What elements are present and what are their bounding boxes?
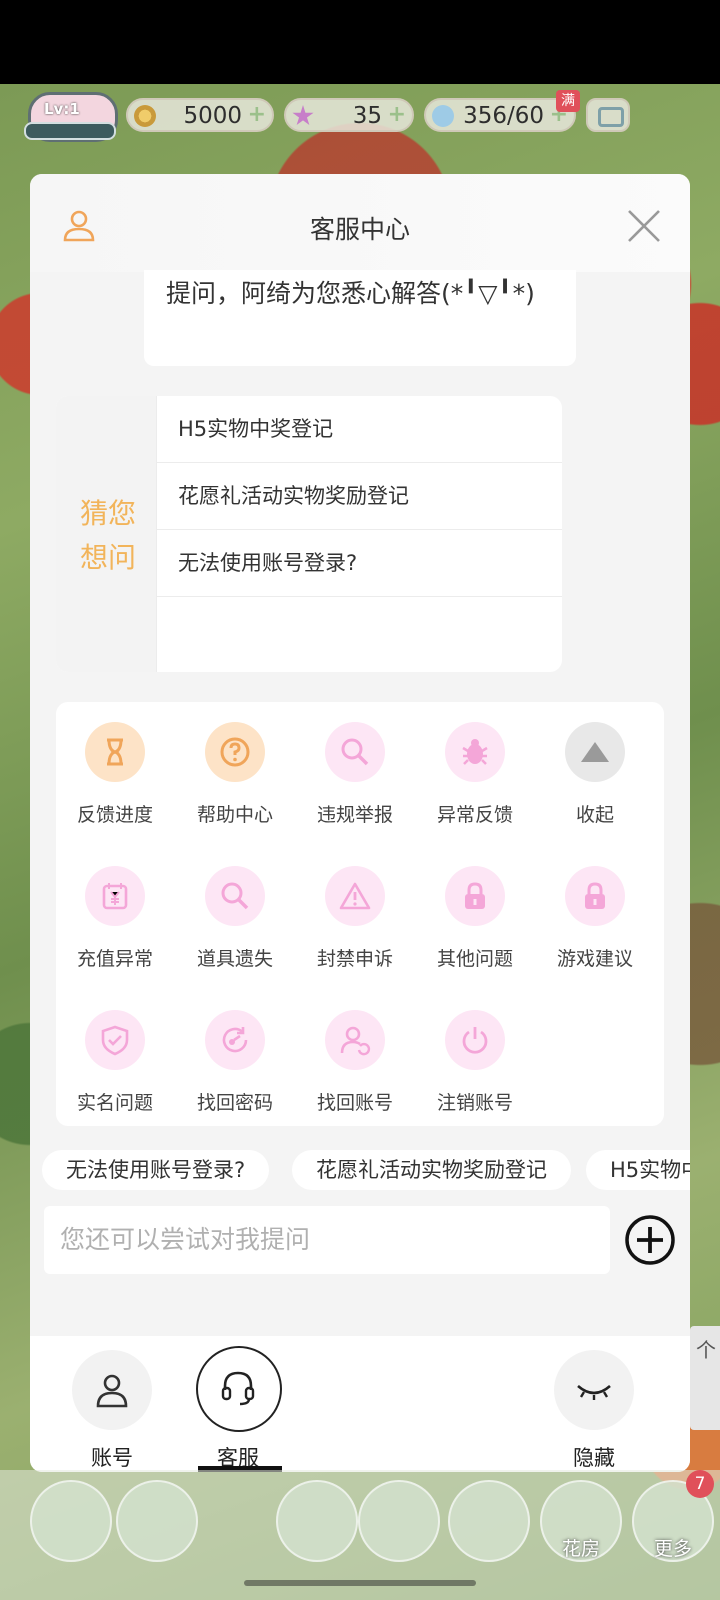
grid-item-label: 道具遗失 [196,948,273,970]
more-badge: 7 [686,1470,714,1498]
quick-question-bar: 无法使用账号登录? 花愿礼活动实物奖励登记 H5实物中奖登记 [30,1138,690,1198]
guess-item-empty [156,597,562,664]
flower-house-button[interactable]: 花房 [540,1480,622,1562]
grid-item-label: 其他问题 [436,948,513,970]
grid-item-label: 反馈进度 [76,804,153,826]
grid-item-label: 实名问题 [76,1092,153,1114]
warning-icon [339,882,371,910]
add-coin-icon[interactable]: + [248,102,266,127]
full-badge: 满 [556,90,580,112]
nav-label: 花房 [561,1538,600,1560]
grid-item-ban-appeal[interactable]: 封禁申诉 [300,866,410,996]
bean-icon[interactable] [116,1480,198,1562]
grid-item-label: 找回密码 [196,1092,273,1114]
help-icon [220,737,250,767]
key-refresh-icon [222,1027,248,1053]
coin-icon [134,105,156,127]
lock-icon [465,882,485,909]
search-icon [341,738,369,766]
grid-item-game-suggestion[interactable]: 游戏建议 [540,866,650,996]
water-value: 356/60 [463,103,544,129]
grid-item-delete-account[interactable]: 注销账号 [420,1010,530,1140]
grid-item-collapse[interactable]: 收起 [540,722,650,852]
grid-item-label: 充值异常 [76,948,153,970]
grid-item-label: 帮助中心 [196,804,273,826]
dialog-tab-bar: 账号 客服 隐藏 [30,1336,690,1472]
side-collapse-button[interactable]: 个 [690,1326,720,1430]
water-drop-icon [432,105,454,127]
eye-closed-icon [577,1384,611,1400]
grid-item-report[interactable]: 违规举报 [300,722,410,852]
grid-item-label: 违规举报 [316,804,393,826]
calendar-yen-icon [102,883,128,910]
guess-item[interactable]: 无法使用账号登录? [156,530,562,597]
water-counter[interactable]: 356/60 + [424,98,576,132]
dialog-title: 客服中心 [309,215,410,244]
grid-item-bug-feedback[interactable]: 异常反馈 [420,722,530,852]
guess-label: 猜您想问 [79,497,136,574]
grid-item-help-center[interactable]: 帮助中心 [180,722,290,852]
question-input[interactable]: 您还可以尝试对我提问 [44,1206,610,1274]
grid-item-recover-account[interactable]: 找回账号 [300,1010,410,1140]
search-icon [221,882,249,910]
headset-icon [221,1371,255,1406]
guess-item[interactable]: H5实物中奖登记 [156,396,562,463]
tab-customer-service[interactable]: 客服 [188,1336,288,1472]
grid-item-other-issues[interactable]: 其他问题 [420,866,530,996]
grid-item-feedback-progress[interactable]: 反馈进度 [60,722,170,852]
camera-button[interactable] [586,98,630,132]
star-icon [292,105,314,126]
up-arrow-icon: 个 [696,1338,716,1362]
grid-item-label: 封禁申诉 [316,948,393,970]
house-icon[interactable] [30,1480,112,1562]
close-icon[interactable] [624,206,664,246]
gear-flower-icon[interactable] [276,1480,358,1562]
user-icon [96,1374,128,1408]
grid-item-label: 异常反馈 [436,804,513,826]
add-circle-icon[interactable] [624,1214,676,1266]
cube-icon[interactable] [358,1480,440,1562]
dialog-header: 客服中心 [30,174,690,272]
quick-question-chip[interactable]: H5实物中奖登记 [586,1150,690,1190]
home-indicator[interactable] [244,1580,476,1586]
box-icon[interactable] [448,1480,530,1562]
chat-message: 提问，阿绮为您悉心解答(*╹▽╹*) [144,270,576,366]
customer-service-dialog: 客服中心 提问，阿绮为您悉心解答(*╹▽╹*) 猜您想问 H5实物中奖登记 花愿… [30,174,690,1472]
lock-icon [585,882,605,909]
player-level: Lv:1 [44,100,80,118]
quick-question-chip[interactable]: 花愿礼活动实物奖励登记 [292,1150,571,1190]
tab-label: 账号 [91,1446,133,1470]
top-hud: Lv:1 5000 + 35 + 356/60 + 满 [0,90,720,142]
tab-account[interactable]: 账号 [62,1336,162,1472]
grid-item-label: 游戏建议 [556,948,633,970]
grid-item-recover-password[interactable]: 找回密码 [180,1010,290,1140]
user-refresh-icon [340,1026,371,1056]
grid-item-real-name[interactable]: 实名问题 [60,1010,170,1140]
guess-questions-card: 猜您想问 H5实物中奖登记 花愿礼活动实物奖励登记 无法使用账号登录? [56,396,562,672]
coin-value: 5000 [183,103,242,129]
add-star-icon[interactable]: + [388,102,406,127]
tab-label: 隐藏 [573,1446,615,1470]
nav-label: 更多 [653,1538,692,1560]
hourglass-icon [107,738,123,766]
star-counter[interactable]: 35 + [284,98,414,132]
exp-bar [24,122,116,140]
tab-hide[interactable]: 隐藏 [544,1336,644,1472]
grid-item-label: 注销账号 [436,1092,513,1114]
triangle-up-icon [581,742,609,762]
bug-icon [462,739,488,765]
star-value: 35 [352,103,382,129]
guess-item[interactable]: 花愿礼活动实物奖励登记 [156,463,562,530]
grid-item-recharge-issue[interactable]: 充值异常 [60,866,170,996]
shield-icon [101,1025,129,1056]
power-icon [462,1027,488,1054]
grid-item-label: 收起 [575,804,614,826]
grid-item-label: 找回账号 [316,1092,393,1114]
grid-item-item-lost[interactable]: 道具遗失 [180,866,290,996]
quick-question-chip[interactable]: 无法使用账号登录? [42,1150,270,1190]
guess-side-panel: 猜您想问 [56,396,157,672]
coin-counter[interactable]: 5000 + [126,98,274,132]
service-grid: 反馈进度 帮助中心 违规举报 异常反馈 收起 充值异常 道具遗失 封禁申诉 其他… [56,702,664,1126]
